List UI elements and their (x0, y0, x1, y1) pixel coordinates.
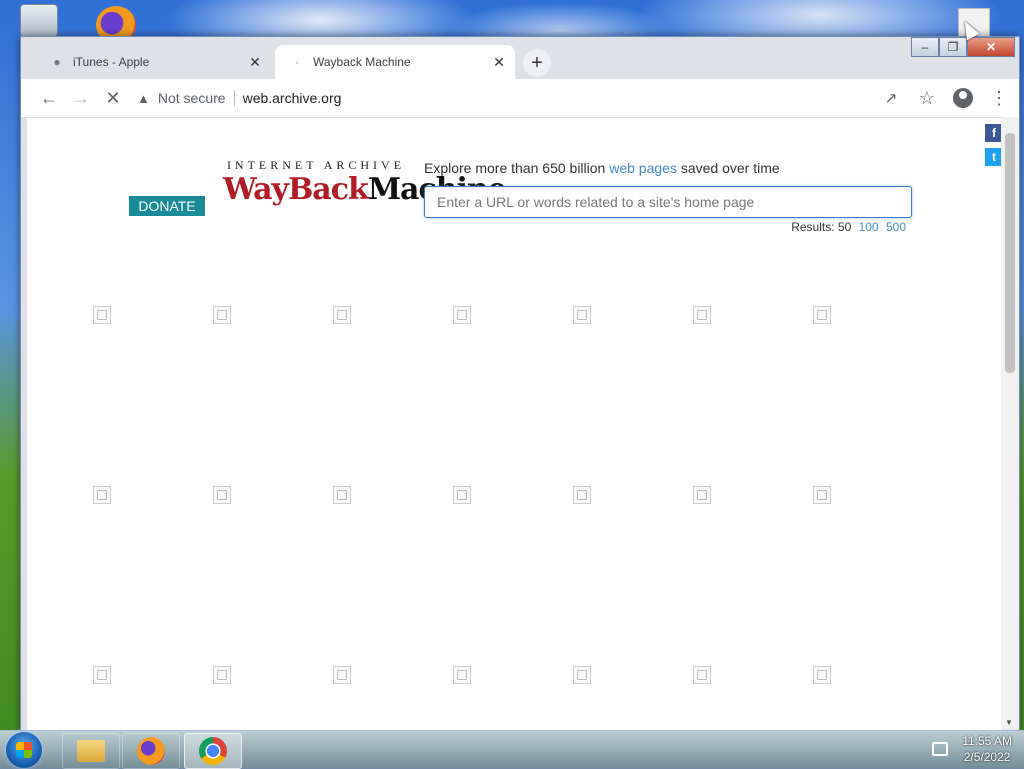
explore-prefix: Explore more than 650 billion (424, 160, 606, 176)
broken-image-icon[interactable] (693, 666, 711, 684)
broken-image-icon[interactable] (333, 306, 351, 324)
broken-image-icon[interactable] (333, 486, 351, 504)
toolbar-actions: ↗ ☆ ⋮ (875, 82, 1015, 114)
broken-image-icon[interactable] (573, 486, 591, 504)
clock-date: 2/5/2022 (963, 750, 1011, 764)
broken-image-icon[interactable] (453, 666, 471, 684)
menu-kebab-icon[interactable]: ⋮ (983, 82, 1015, 114)
taskbar-firefox[interactable] (122, 733, 180, 769)
broken-image-icon[interactable] (693, 486, 711, 504)
logo-internet-archive-text: INTERNET ARCHIVE (226, 158, 406, 172)
system-tray: 11:55 AM 2/5/2022 (932, 733, 1012, 765)
results-500-link[interactable]: 500 (886, 220, 906, 234)
clock[interactable]: 11:55 AM 2/5/2022 (962, 733, 1012, 765)
broken-image-icon[interactable] (213, 486, 231, 504)
scrollbar-thumb[interactable] (1005, 133, 1015, 373)
tab-title: Wayback Machine (313, 55, 411, 69)
scroll-down-arrow-icon[interactable]: ▼ (1005, 718, 1013, 727)
broken-image-icon[interactable] (213, 306, 231, 324)
firefox-icon (137, 737, 165, 765)
results-label: Results: 50 (791, 220, 852, 234)
profile-avatar-icon[interactable] (953, 88, 973, 108)
explore-suffix: saved over time (680, 160, 780, 176)
address-divider (233, 90, 235, 106)
recycle-bin-icon[interactable] (20, 4, 58, 40)
browser-toolbar: ← → ✕ ▲ Not secure web.archive.org ↗ ☆ ⋮ (21, 79, 1019, 117)
broken-image-icon[interactable] (813, 306, 831, 324)
taskbar-explorer[interactable] (62, 733, 120, 769)
taskbar-chrome[interactable] (184, 733, 242, 769)
results-100-link[interactable]: 100 (859, 220, 879, 234)
broken-image-icon[interactable] (213, 666, 231, 684)
broken-image-icon[interactable] (813, 666, 831, 684)
close-tab-icon[interactable]: ✕ (245, 54, 265, 71)
broken-image-icon[interactable] (453, 306, 471, 324)
donate-button[interactable]: DONATE (129, 196, 205, 216)
tab-title: iTunes - Apple (73, 55, 150, 69)
logo-wayback-word: WayBack (223, 172, 369, 207)
broken-image-icon[interactable] (813, 486, 831, 504)
forward-arrow-icon[interactable]: → (65, 82, 97, 114)
broken-image-icon[interactable] (573, 666, 591, 684)
new-tab-button[interactable]: + (523, 49, 551, 77)
social-links: f t (985, 124, 1001, 172)
network-icon[interactable] (932, 742, 949, 756)
vertical-scrollbar[interactable]: ▼ (1001, 117, 1019, 729)
start-button[interactable] (6, 732, 42, 768)
broken-image-icon[interactable] (453, 486, 471, 504)
stop-loading-icon[interactable]: ✕ (97, 82, 129, 114)
tab-wayback[interactable]: · Wayback Machine ✕ (275, 45, 515, 79)
back-arrow-icon[interactable]: ← (33, 82, 65, 114)
facebook-icon[interactable]: f (985, 124, 1001, 142)
tab-itunes[interactable]: ● iTunes - Apple ✕ (35, 45, 271, 79)
broken-image-icon[interactable] (573, 306, 591, 324)
broken-image-icon[interactable] (693, 306, 711, 324)
clock-time: 11:55 AM (962, 734, 1012, 748)
broken-image-icon[interactable] (93, 486, 111, 504)
address-bar[interactable]: ▲ Not secure web.archive.org (137, 84, 853, 112)
close-tab-icon[interactable]: ✕ (489, 54, 509, 71)
loading-dot-icon: · (295, 55, 299, 69)
security-label: Not secure (157, 90, 226, 106)
twitter-icon[interactable]: t (985, 148, 1001, 166)
folder-icon (77, 740, 105, 762)
broken-image-icon[interactable] (93, 666, 111, 684)
apple-icon: ● (53, 55, 61, 69)
page-content: f t DONATE INTERNET ARCHIVE WayBackMachi… (27, 117, 1001, 730)
chrome-icon (199, 737, 227, 765)
bookmark-star-icon[interactable]: ☆ (911, 82, 943, 114)
broken-image-icon[interactable] (93, 306, 111, 324)
wayback-logo[interactable]: INTERNET ARCHIVE WayBackMachine (223, 158, 507, 207)
url-text[interactable]: web.archive.org (243, 90, 342, 106)
tab-strip: ● iTunes - Apple ✕ · Wayback Machine ✕ + (27, 45, 1019, 79)
results-count: Results: 50 100 500 (791, 220, 906, 234)
explore-tagline: Explore more than 650 billion web pages … (424, 160, 780, 176)
share-icon[interactable]: ↗ (875, 82, 907, 114)
broken-image-icon[interactable] (333, 666, 351, 684)
web-pages-link[interactable]: web pages (609, 160, 677, 176)
taskbar: 11:55 AM 2/5/2022 (0, 730, 1024, 769)
wayback-search-input[interactable] (424, 186, 912, 218)
warning-icon[interactable]: ▲ (137, 91, 150, 106)
logo-wayback-machine-text: WayBackMachine (223, 172, 507, 207)
chrome-window: – ❐ ✕ ● iTunes - Apple ✕ · Wayback Machi… (20, 36, 1020, 732)
